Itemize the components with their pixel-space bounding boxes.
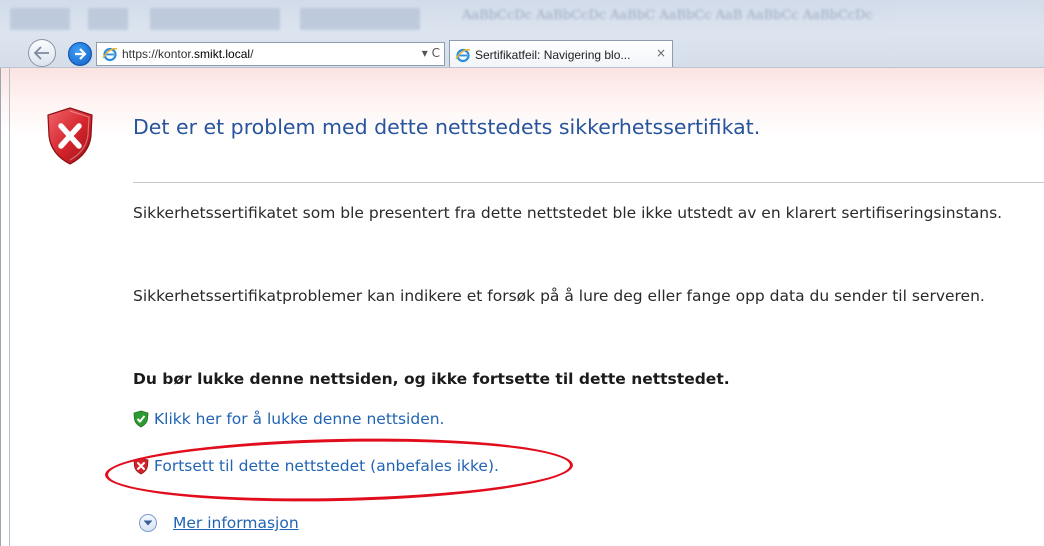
- chevron-down-icon: [143, 520, 153, 526]
- continue-to-site-link[interactable]: Fortsett til dette nettstedet (anbefales…: [154, 457, 499, 475]
- error-shield-icon: [47, 107, 93, 165]
- url-prefix: https://kontor.: [122, 47, 195, 61]
- ie-logo-icon: [102, 47, 118, 62]
- ribbon-ghost-block: [88, 8, 128, 30]
- address-row: https://kontor.smikt.local/ ▾ C Sertifik…: [0, 36, 1044, 67]
- address-url: https://kontor.smikt.local/: [122, 47, 253, 61]
- error-page: Det er et problem med dette nettstedets …: [0, 68, 1044, 546]
- more-info-row: Mer informasjon: [139, 514, 299, 532]
- back-arrow-icon: [34, 46, 49, 60]
- ribbon-ghost-block: [150, 8, 280, 30]
- ribbon-ghost-block: [10, 8, 70, 30]
- forward-button[interactable]: [68, 42, 92, 66]
- close-page-row: Klikk her for å lukke denne nettsiden.: [133, 410, 444, 428]
- url-domain: smikt.local: [194, 47, 251, 61]
- close-page-link[interactable]: Klikk her for å lukke denne nettsiden.: [154, 410, 444, 428]
- paragraph-risk: Sikkerhetssertifikatproblemer kan indike…: [133, 287, 985, 305]
- continue-row: Fortsett til dette nettstedet (anbefales…: [133, 457, 499, 475]
- back-button[interactable]: [28, 39, 56, 67]
- tab-certificate-error[interactable]: Sertifikatfeil: Navigering blo... ×: [449, 40, 673, 67]
- more-info-link[interactable]: Mer informasjon: [173, 514, 299, 532]
- red-shield-icon: [133, 457, 149, 475]
- forward-arrow-icon: [75, 48, 87, 60]
- green-shield-icon: [133, 410, 149, 428]
- background-ribbon: AaBbCcDc AaBbCcDc AaBbC AaBbCc AaB AaBbC…: [0, 0, 1044, 34]
- ribbon-ghost-block: [300, 8, 420, 30]
- address-controls[interactable]: ▾ C: [422, 46, 440, 60]
- expand-button[interactable]: [139, 514, 157, 532]
- paragraph-certificate-issuer: Sikkerhetssertifikatet som ble presenter…: [133, 204, 1003, 222]
- url-suffix: /: [250, 47, 254, 61]
- browser-chrome: AaBbCcDc AaBbCcDc AaBbC AaBbCc AaB AaBbC…: [0, 0, 1044, 68]
- tab-label: Sertifikatfeil: Navigering blo...: [475, 47, 631, 62]
- page-title: Det er et problem med dette nettstedets …: [133, 115, 761, 139]
- ie-logo-icon: [455, 48, 471, 62]
- ribbon-ghost-text: AaBbCcDc AaBbCcDc AaBbC AaBbCc AaB AaBbC…: [462, 8, 873, 23]
- frame-divider: [9, 68, 10, 546]
- tab-close-button[interactable]: ×: [656, 46, 666, 60]
- address-bar[interactable]: https://kontor.smikt.local/ ▾ C: [96, 42, 445, 66]
- warning-text: Du bør lukke denne nettsiden, og ikke fo…: [133, 370, 730, 388]
- divider: [133, 182, 1044, 183]
